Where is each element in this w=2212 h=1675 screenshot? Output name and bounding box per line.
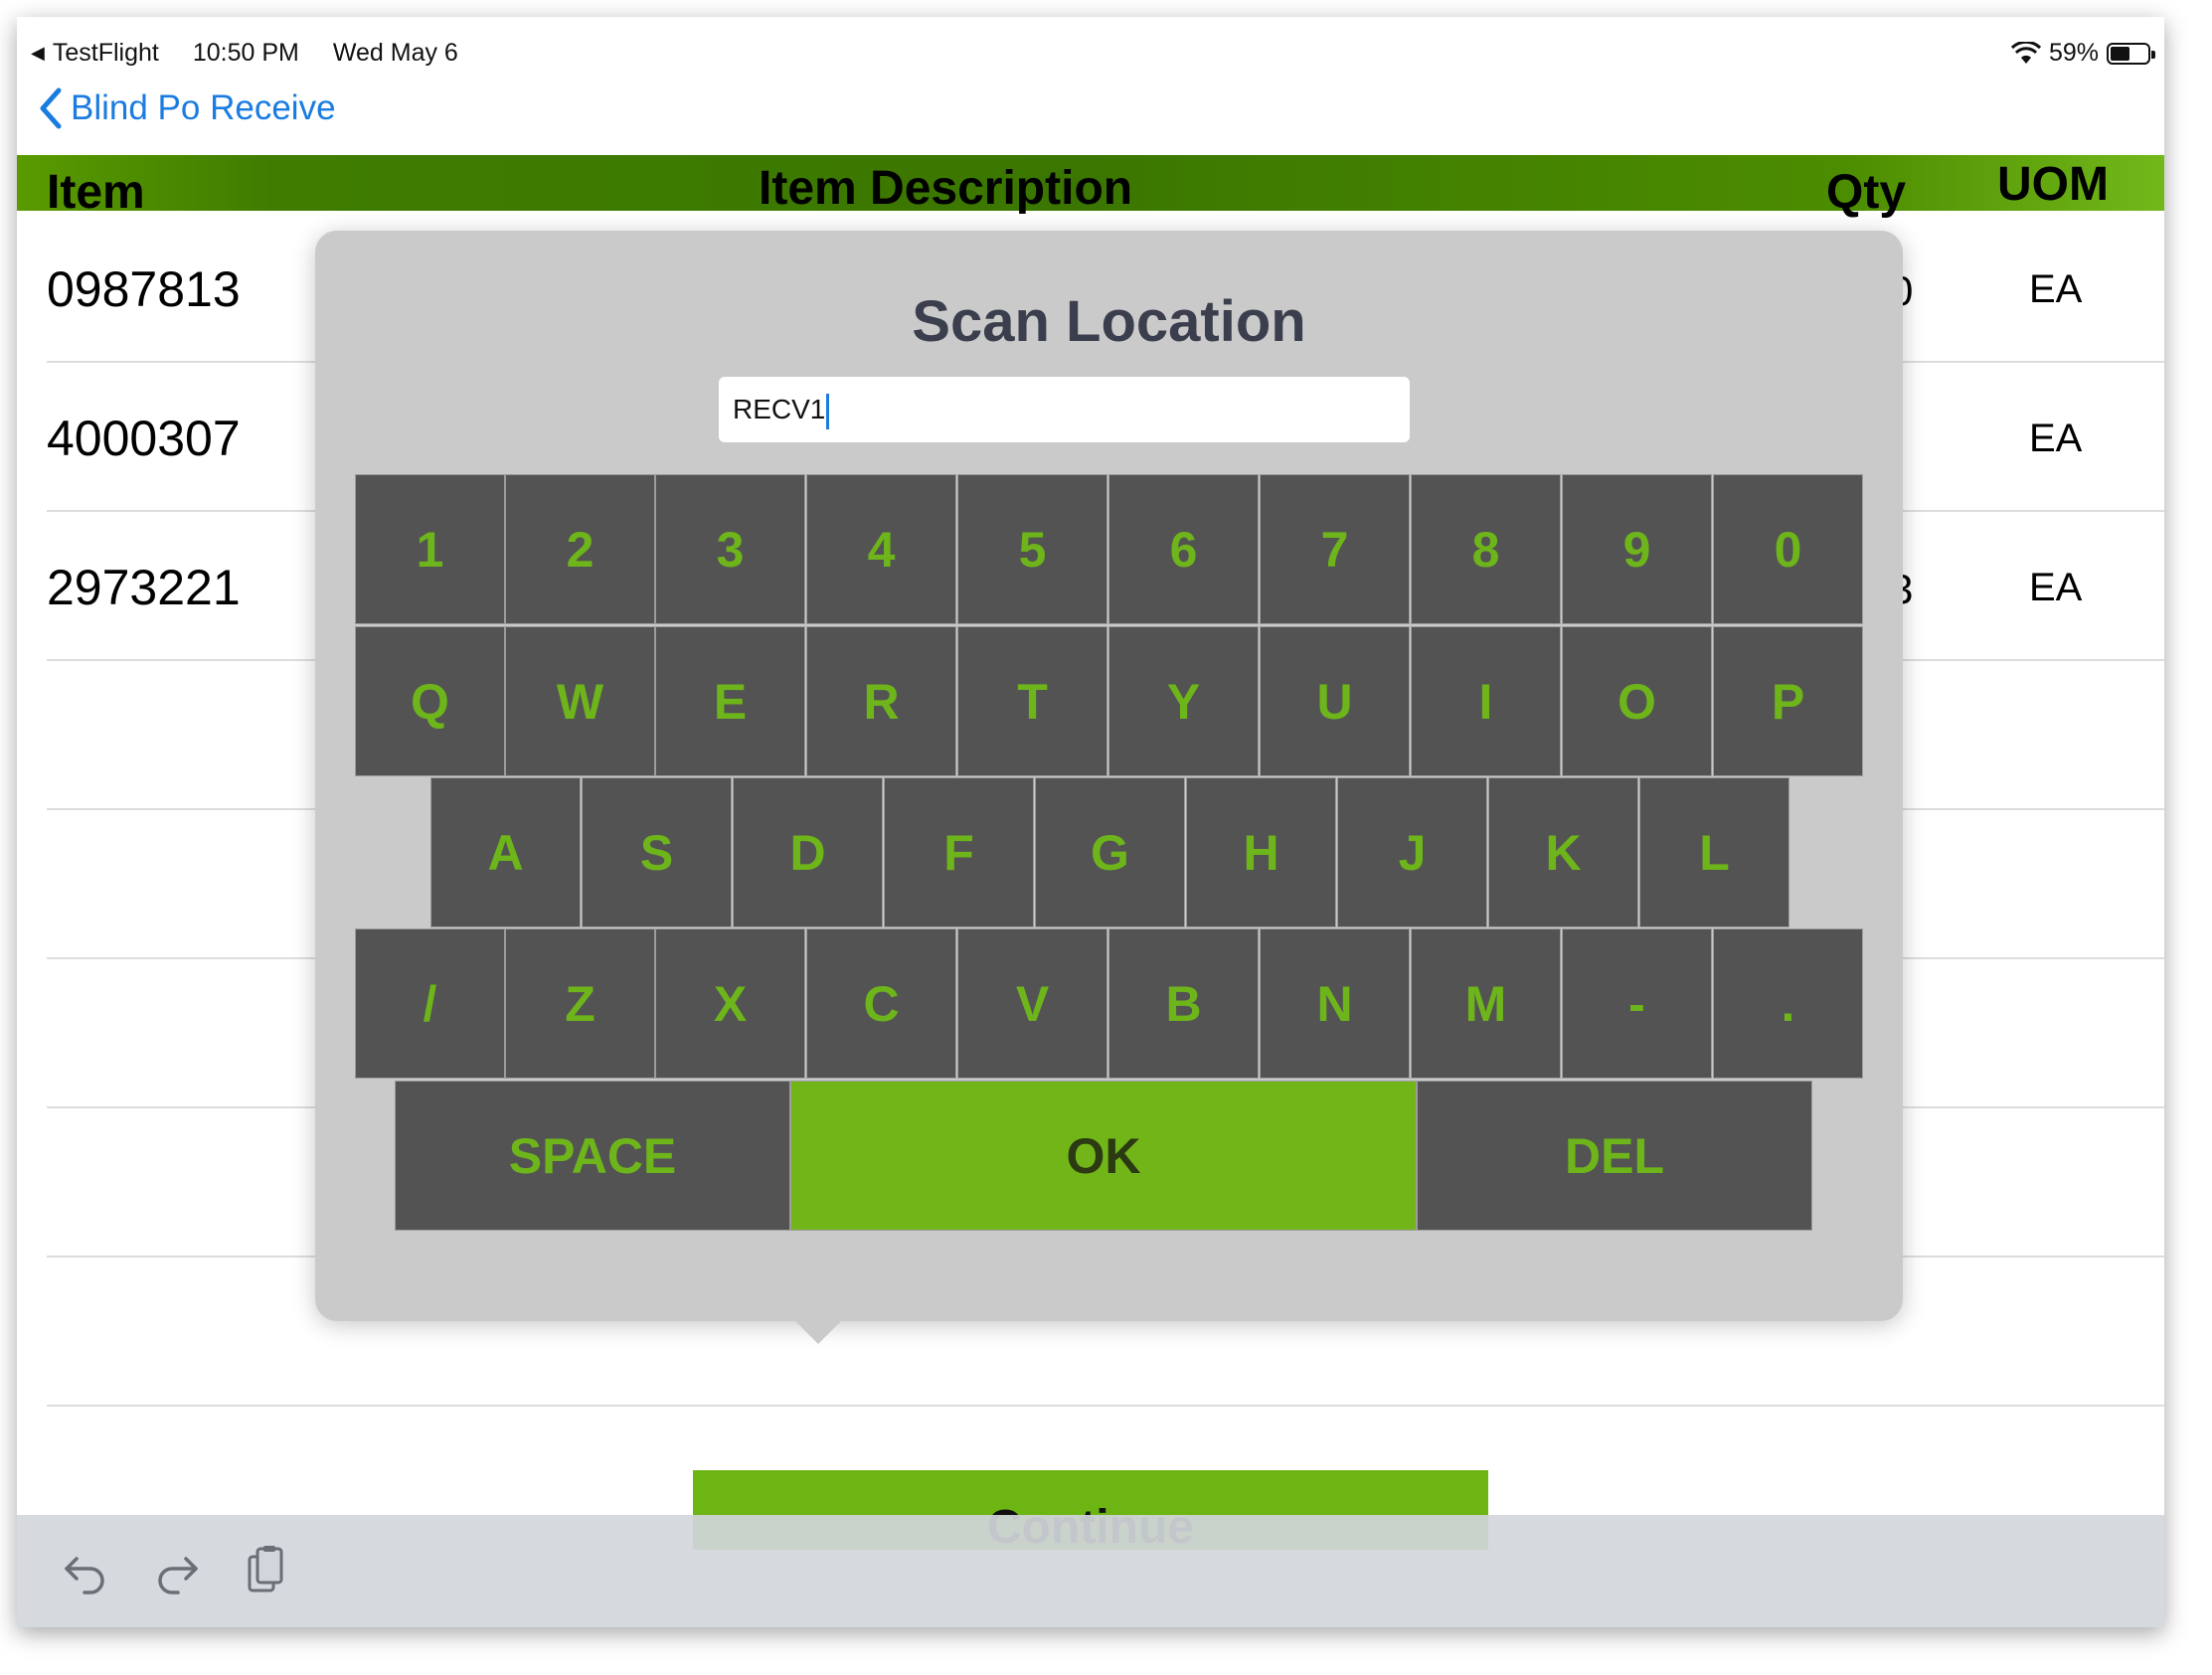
key-period[interactable]: . bbox=[1713, 928, 1863, 1079]
status-time: 10:50 PM bbox=[192, 39, 299, 67]
battery-percent: 59% bbox=[2048, 39, 2099, 67]
key-g[interactable]: G bbox=[1035, 777, 1185, 927]
header-uom: UOM bbox=[1997, 158, 2109, 211]
status-date: Wed May 6 bbox=[332, 39, 458, 67]
key-i[interactable]: I bbox=[1411, 626, 1561, 776]
key-3[interactable]: 3 bbox=[655, 474, 805, 624]
key-w[interactable]: W bbox=[505, 626, 655, 776]
key-u[interactable]: U bbox=[1260, 626, 1410, 776]
key-y[interactable]: Y bbox=[1108, 626, 1259, 776]
key-5[interactable]: 5 bbox=[957, 474, 1107, 624]
key-7[interactable]: 7 bbox=[1260, 474, 1410, 624]
key-dash[interactable]: - bbox=[1562, 928, 1712, 1079]
key-t[interactable]: T bbox=[957, 626, 1107, 776]
key-d[interactable]: D bbox=[733, 777, 883, 927]
row-item-number: 4000307 bbox=[47, 411, 241, 466]
key-1[interactable]: 1 bbox=[355, 474, 505, 624]
clipboard-icon[interactable] bbox=[240, 1545, 291, 1596]
key-8[interactable]: 8 bbox=[1411, 474, 1561, 624]
row-uom: EA bbox=[2029, 267, 2083, 311]
space-key[interactable]: SPACE bbox=[395, 1081, 790, 1231]
bottom-toolbar bbox=[17, 1515, 2164, 1627]
header-item: Item bbox=[47, 166, 145, 219]
battery-icon bbox=[2107, 42, 2155, 65]
key-v[interactable]: V bbox=[957, 928, 1107, 1079]
location-input-value: RECV1 bbox=[733, 394, 826, 424]
key-p[interactable]: P bbox=[1713, 626, 1863, 776]
key-s[interactable]: S bbox=[582, 777, 732, 927]
key-f[interactable]: F bbox=[884, 777, 1034, 927]
chevron-left-icon bbox=[40, 87, 62, 129]
row-uom: EA bbox=[2029, 566, 2083, 609]
status-bar-right: 59% bbox=[2010, 39, 2155, 68]
key-a[interactable]: A bbox=[430, 777, 581, 927]
key-x[interactable]: X bbox=[655, 928, 805, 1079]
scan-location-popover: Scan Location RECV1 1 2 3 4 5 6 7 8 9 0 … bbox=[315, 231, 1903, 1321]
row-item-number: 0987813 bbox=[47, 261, 241, 317]
ok-button[interactable]: OK bbox=[790, 1081, 1417, 1231]
key-4[interactable]: 4 bbox=[806, 474, 956, 624]
delete-key[interactable]: DEL bbox=[1417, 1081, 1812, 1231]
key-j[interactable]: J bbox=[1337, 777, 1487, 927]
back-to-app-icon[interactable]: ◀ bbox=[31, 43, 45, 64]
app-window: ◀ TestFlight 10:50 PM Wed May 6 59% Blin… bbox=[17, 17, 2164, 1627]
key-h[interactable]: H bbox=[1186, 777, 1336, 927]
key-6[interactable]: 6 bbox=[1108, 474, 1259, 624]
back-button[interactable]: Blind Po Receive bbox=[39, 86, 336, 130]
key-n[interactable]: N bbox=[1260, 928, 1410, 1079]
wifi-icon bbox=[2010, 41, 2041, 64]
key-b[interactable]: B bbox=[1108, 928, 1259, 1079]
header-description: Item Description bbox=[759, 162, 1133, 215]
key-0[interactable]: 0 bbox=[1713, 474, 1863, 624]
text-caret bbox=[826, 393, 830, 429]
key-l[interactable]: L bbox=[1639, 777, 1789, 927]
status-bar-left: ◀ TestFlight 10:50 PM Wed May 6 bbox=[31, 39, 458, 68]
back-to-app-label[interactable]: TestFlight bbox=[53, 39, 159, 68]
header-qty: Qty bbox=[1826, 166, 1907, 219]
key-r[interactable]: R bbox=[806, 626, 956, 776]
key-q[interactable]: Q bbox=[355, 626, 505, 776]
popover-arrow bbox=[792, 1318, 844, 1344]
key-k[interactable]: K bbox=[1488, 777, 1638, 927]
popover-title: Scan Location bbox=[912, 289, 1306, 354]
redo-icon[interactable] bbox=[150, 1545, 202, 1596]
key-z[interactable]: Z bbox=[505, 928, 655, 1079]
row-item-number: 2973221 bbox=[47, 560, 241, 615]
key-9[interactable]: 9 bbox=[1562, 474, 1712, 624]
key-e[interactable]: E bbox=[655, 626, 805, 776]
row-uom: EA bbox=[2029, 417, 2083, 460]
undo-icon[interactable] bbox=[61, 1545, 112, 1596]
back-button-label[interactable]: Blind Po Receive bbox=[71, 88, 336, 128]
key-c[interactable]: C bbox=[806, 928, 956, 1079]
key-2[interactable]: 2 bbox=[505, 474, 655, 624]
key-o[interactable]: O bbox=[1562, 626, 1712, 776]
table-header: Item Item Description Qty UOM bbox=[17, 155, 2164, 219]
key-m[interactable]: M bbox=[1411, 928, 1561, 1079]
location-input[interactable]: RECV1 bbox=[719, 377, 1410, 442]
key-slash[interactable]: / bbox=[355, 928, 505, 1079]
